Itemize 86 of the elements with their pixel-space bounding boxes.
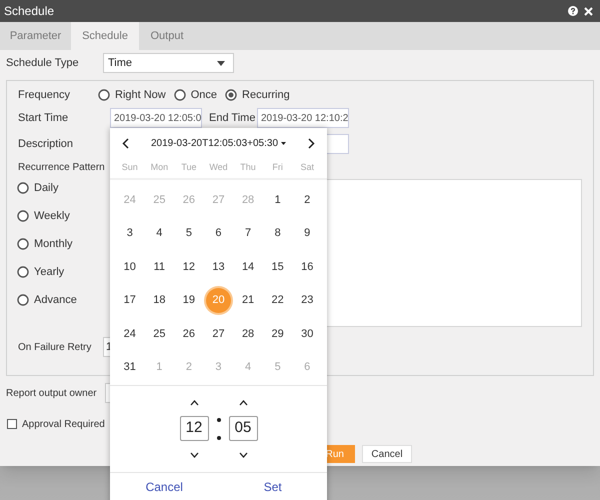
minute-field[interactable]: 05 bbox=[228, 416, 258, 441]
weekday-label: Thu bbox=[239, 161, 257, 174]
radio-button[interactable] bbox=[17, 266, 29, 278]
weekday-label: Fri bbox=[271, 161, 284, 174]
calendar-day[interactable]: 7 bbox=[236, 221, 261, 246]
checkbox-label: Approval Required bbox=[22, 418, 105, 432]
field-label: Schedule Type bbox=[6, 56, 80, 71]
calendar-day[interactable]: 5 bbox=[176, 221, 202, 246]
calendar-day[interactable]: 6 bbox=[206, 221, 231, 246]
up-icon[interactable] bbox=[190, 400, 198, 406]
caret-icon bbox=[281, 142, 286, 144]
previous-icon[interactable] bbox=[122, 138, 129, 148]
calendar-day[interactable]: 18 bbox=[146, 288, 172, 313]
calendar-day[interactable]: 30 bbox=[294, 322, 320, 346]
field-label: Start Time bbox=[18, 110, 70, 126]
field-label: Frequency bbox=[18, 88, 71, 103]
calendar-day[interactable]: 27 bbox=[206, 322, 231, 346]
calendar-day[interactable]: 28 bbox=[236, 322, 261, 346]
calendar-day[interactable]: 3 bbox=[117, 221, 142, 246]
radio-button[interactable] bbox=[17, 182, 29, 194]
weekday-label: Sat bbox=[299, 161, 315, 174]
calendar-day[interactable]: 17 bbox=[117, 288, 142, 313]
calendar-day[interactable]: 29 bbox=[265, 322, 290, 346]
radio-label: Monthly bbox=[34, 236, 73, 252]
calendar-day[interactable]: 10 bbox=[117, 254, 142, 280]
field-label: Recurrence Pattern bbox=[18, 161, 105, 174]
calendar-day[interactable]: 31 bbox=[117, 355, 142, 380]
calendar-day[interactable]: 1 bbox=[265, 188, 290, 212]
dropdown[interactable]: Time bbox=[103, 53, 234, 73]
cancel-button[interactable]: Cancel bbox=[110, 473, 218, 500]
calendar-day[interactable]: 13 bbox=[206, 254, 231, 280]
calendar-day[interactable]: 8 bbox=[265, 221, 290, 246]
calendar-day[interactable]: 25 bbox=[146, 322, 172, 346]
weekday-label: Tue bbox=[180, 161, 198, 174]
up-icon[interactable] bbox=[238, 400, 248, 406]
calendar-day[interactable]: 16 bbox=[294, 254, 320, 280]
calendar-day[interactable]: 23 bbox=[294, 288, 320, 313]
radio-label: Yearly bbox=[34, 264, 64, 280]
close-icon[interactable] bbox=[584, 6, 593, 16]
weekday-label: Wed bbox=[208, 161, 229, 174]
field-label: Report output owner bbox=[6, 386, 98, 400]
field-label: Description bbox=[18, 136, 74, 152]
calendar-day[interactable]: 22 bbox=[265, 288, 290, 313]
calendar-day[interactable]: 26 bbox=[176, 322, 202, 346]
radio-label: Weekly bbox=[34, 208, 70, 224]
weekday-label: Sun bbox=[120, 161, 139, 174]
calendar-day[interactable]: 21 bbox=[236, 288, 261, 313]
radio-button[interactable] bbox=[174, 89, 186, 101]
radio-label: Right Now bbox=[115, 88, 166, 103]
checkbox[interactable] bbox=[7, 419, 17, 429]
down-icon[interactable] bbox=[190, 452, 198, 458]
caret-icon bbox=[217, 60, 225, 66]
radio-button[interactable] bbox=[17, 294, 29, 306]
next-icon[interactable] bbox=[308, 138, 315, 148]
radio-label: Advance bbox=[34, 292, 77, 308]
field-label: End Time bbox=[209, 110, 256, 126]
radio-label: Daily bbox=[34, 180, 58, 196]
radio-button[interactable] bbox=[225, 89, 238, 101]
radio-label: Recurring bbox=[242, 88, 290, 103]
tab[interactable]: Schedule bbox=[71, 22, 139, 50]
radio-button[interactable] bbox=[17, 210, 29, 222]
window-title: Schedule bbox=[4, 3, 56, 20]
hour-field[interactable]: 12 bbox=[180, 416, 208, 441]
dropdown-value: Time bbox=[108, 56, 134, 71]
month-title[interactable]: 2019-03-20T12:05:03+05:30 bbox=[150, 136, 286, 150]
weekday-label: Mon bbox=[150, 161, 170, 174]
radio-button[interactable] bbox=[98, 89, 110, 101]
calendar-day[interactable]: 9 bbox=[294, 221, 320, 246]
help-icon[interactable] bbox=[568, 6, 578, 16]
set-button[interactable]: Set bbox=[218, 473, 327, 500]
calendar-day[interactable]: 11 bbox=[146, 254, 172, 280]
separator-icon bbox=[216, 418, 220, 440]
cancel-button[interactable]: Cancel bbox=[362, 445, 412, 463]
calendar-day[interactable]: 2 bbox=[294, 188, 320, 212]
calendar-day[interactable]: 24 bbox=[117, 322, 142, 346]
calendar-day[interactable]: 12 bbox=[176, 254, 202, 280]
field-label: On Failure Retry bbox=[18, 340, 92, 354]
input-field[interactable]: 2019-03-20 12:10:2 bbox=[257, 108, 349, 128]
calendar-day[interactable]: 14 bbox=[236, 254, 261, 280]
radio-label: Once bbox=[190, 88, 218, 103]
down-icon[interactable] bbox=[238, 452, 248, 458]
radio-button[interactable] bbox=[17, 238, 29, 250]
calendar-day[interactable]: 19 bbox=[176, 288, 202, 313]
calendar-day[interactable]: 15 bbox=[265, 254, 290, 280]
input-field[interactable]: 2019-03-20 12:05:0 bbox=[110, 108, 202, 128]
calendar-day[interactable]: 4 bbox=[146, 221, 172, 246]
